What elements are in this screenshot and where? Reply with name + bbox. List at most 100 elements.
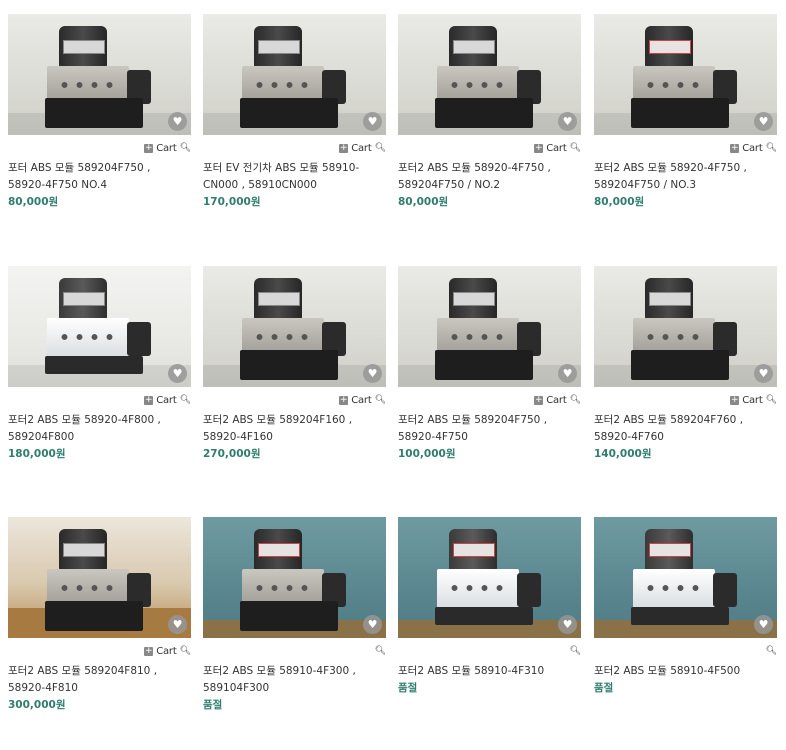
plus-icon[interactable]: +	[534, 143, 544, 153]
card-actions: + Cart 🔍︎	[398, 387, 581, 410]
product-card[interactable]: ♥ + Cart 🔍︎ 포터2 ABS 모듈 589204F750 , 5892…	[398, 266, 581, 462]
product-price: 170,000원	[203, 196, 261, 208]
product-image[interactable]: ♥	[594, 517, 777, 638]
product-card[interactable]: ♥ + Cart 🔍︎ 포터2 ABS 모듈 58920-4F750 , 589…	[594, 14, 777, 210]
abs-module-picture	[239, 274, 350, 382]
magnifier-icon[interactable]: 🔍︎	[180, 143, 191, 153]
heart-icon[interactable]: ♥	[754, 615, 773, 634]
product-image[interactable]: ♥	[594, 266, 777, 387]
ecu-shape	[630, 350, 729, 380]
heart-icon[interactable]: ♥	[754, 112, 773, 131]
product-image[interactable]: ♥	[203, 517, 386, 638]
valve-block-shape	[436, 569, 519, 609]
product-image[interactable]: ♥	[8, 517, 191, 638]
heart-icon[interactable]: ♥	[168, 112, 187, 131]
plus-icon[interactable]: +	[730, 143, 740, 153]
product-card[interactable]: ♥ + Cart 🔍︎ 포터2 ABS 모듈 589204F810 , 5892…	[8, 517, 191, 713]
cart-link[interactable]: Cart	[742, 143, 763, 154]
card-actions: + Cart 🔍︎	[594, 135, 777, 158]
magnifier-icon[interactable]: 🔍︎	[570, 143, 581, 153]
ecu-shape	[239, 350, 338, 380]
heart-icon[interactable]: ♥	[168, 364, 187, 383]
heart-icon[interactable]: ♥	[558, 364, 577, 383]
product-title[interactable]: 포터2 ABS 모듈 58910-4F310	[398, 663, 576, 680]
product-card[interactable]: ♥ + Cart 🔍︎ 포터2 ABS 모듈 589204F760 , 5892…	[594, 266, 777, 462]
connector-shape	[516, 573, 541, 607]
product-title[interactable]: 포터2 ABS 모듈 58910-4F300 , 589104F300	[203, 663, 381, 697]
plus-icon[interactable]: +	[339, 395, 349, 405]
magnifier-icon[interactable]: 🔍︎	[180, 395, 191, 405]
heart-icon[interactable]: ♥	[558, 615, 577, 634]
heart-icon[interactable]: ♥	[558, 112, 577, 131]
ecu-shape	[434, 350, 533, 380]
abs-module-picture	[239, 525, 350, 633]
magnifier-icon[interactable]: 🔍︎	[766, 646, 777, 656]
product-image[interactable]: ♥	[398, 517, 581, 638]
product-card[interactable]: ♥ + Cart 🔍︎ 포터 EV 전기차 ABS 모듈 58910-CN000…	[203, 14, 386, 210]
product-title[interactable]: 포터2 ABS 모듈 589204F760 , 58920-4F760	[594, 412, 772, 446]
product-image[interactable]: ♥	[203, 14, 386, 135]
cart-link[interactable]: Cart	[156, 395, 177, 406]
heart-icon[interactable]: ♥	[363, 364, 382, 383]
part-label-shape	[452, 543, 495, 557]
cart-link[interactable]: Cart	[351, 395, 372, 406]
ecu-shape	[239, 98, 338, 128]
product-title[interactable]: 포터 EV 전기차 ABS 모듈 58910-CN000 , 58910CN00…	[203, 160, 381, 194]
plus-icon[interactable]: +	[339, 143, 349, 153]
magnifier-icon[interactable]: 🔍︎	[570, 646, 581, 656]
plus-icon[interactable]: +	[534, 395, 544, 405]
cart-link[interactable]: Cart	[351, 143, 372, 154]
product-title[interactable]: 포터2 ABS 모듈 589204F810 , 58920-4F810	[8, 663, 186, 697]
magnifier-icon[interactable]: 🔍︎	[180, 646, 191, 656]
product-image[interactable]: ♥	[8, 14, 191, 135]
plus-icon[interactable]: +	[144, 143, 154, 153]
plus-icon[interactable]: +	[730, 395, 740, 405]
product-title[interactable]: 포터2 ABS 모듈 58920-4F750 , 589204F750 / NO…	[398, 160, 576, 194]
magnifier-icon[interactable]: 🔍︎	[375, 143, 386, 153]
ecu-shape	[630, 607, 729, 625]
cart-link[interactable]: Cart	[156, 143, 177, 154]
product-image[interactable]: ♥	[398, 266, 581, 387]
heart-icon[interactable]: ♥	[168, 615, 187, 634]
product-card[interactable]: ♥ + Cart 🔍︎ 포터 ABS 모듈 589204F750 , 58920…	[8, 14, 191, 210]
product-card[interactable]: ♥ + Cart 🔍︎ 포터2 ABS 모듈 58920-4F800 , 589…	[8, 266, 191, 462]
product-title[interactable]: 포터2 ABS 모듈 589204F750 , 58920-4F750	[398, 412, 576, 446]
ecu-shape	[44, 601, 143, 631]
product-title[interactable]: 포터 ABS 모듈 589204F750 , 58920-4F750 NO.4	[8, 160, 186, 194]
product-card[interactable]: ♥ + Cart 🔍︎ 포터2 ABS 모듈 58920-4F750 , 589…	[398, 14, 581, 210]
product-image[interactable]: ♥	[8, 266, 191, 387]
plus-icon[interactable]: +	[144, 395, 154, 405]
product-card[interactable]: ♥ 🔍︎ 포터2 ABS 모듈 58910-4F300 , 589104F300…	[203, 517, 386, 713]
product-card[interactable]: ♥ + Cart 🔍︎ 포터2 ABS 모듈 589204F160 , 5892…	[203, 266, 386, 462]
product-image[interactable]: ♥	[594, 14, 777, 135]
product-title[interactable]: 포터2 ABS 모듈 58920-4F800 , 589204F800	[8, 412, 186, 446]
heart-icon[interactable]: ♥	[363, 615, 382, 634]
cart-link[interactable]: Cart	[742, 395, 763, 406]
heart-icon[interactable]: ♥	[754, 364, 773, 383]
magnifier-icon[interactable]: 🔍︎	[375, 395, 386, 405]
sold-out-label: 품절	[203, 699, 223, 711]
plus-icon[interactable]: +	[144, 646, 154, 656]
abs-module-picture	[434, 274, 545, 382]
cart-link[interactable]: Cart	[156, 646, 177, 657]
sold-out-label: 품절	[594, 682, 614, 694]
part-label-shape	[62, 543, 105, 557]
product-card[interactable]: ♥ 🔍︎ 포터2 ABS 모듈 58910-4F310 품절	[398, 517, 581, 696]
cart-link[interactable]: Cart	[546, 143, 567, 154]
product-title[interactable]: 포터2 ABS 모듈 589204F160 , 58920-4F160	[203, 412, 381, 446]
product-title[interactable]: 포터2 ABS 모듈 58910-4F500	[594, 663, 772, 680]
product-image[interactable]: ♥	[203, 266, 386, 387]
product-card[interactable]: ♥ 🔍︎ 포터2 ABS 모듈 58910-4F500 품절	[594, 517, 777, 696]
magnifier-icon[interactable]: 🔍︎	[375, 646, 386, 656]
product-price: 300,000원	[8, 699, 66, 711]
magnifier-icon[interactable]: 🔍︎	[766, 395, 777, 405]
ecu-shape	[239, 601, 338, 631]
card-actions: + Cart 🔍︎	[594, 387, 777, 410]
product-image[interactable]: ♥	[398, 14, 581, 135]
magnifier-icon[interactable]: 🔍︎	[766, 143, 777, 153]
magnifier-icon[interactable]: 🔍︎	[570, 395, 581, 405]
product-title[interactable]: 포터2 ABS 모듈 58920-4F750 , 589204F750 / NO…	[594, 160, 772, 194]
heart-icon[interactable]: ♥	[363, 112, 382, 131]
card-actions: + Cart 🔍︎	[203, 387, 386, 410]
cart-link[interactable]: Cart	[546, 395, 567, 406]
